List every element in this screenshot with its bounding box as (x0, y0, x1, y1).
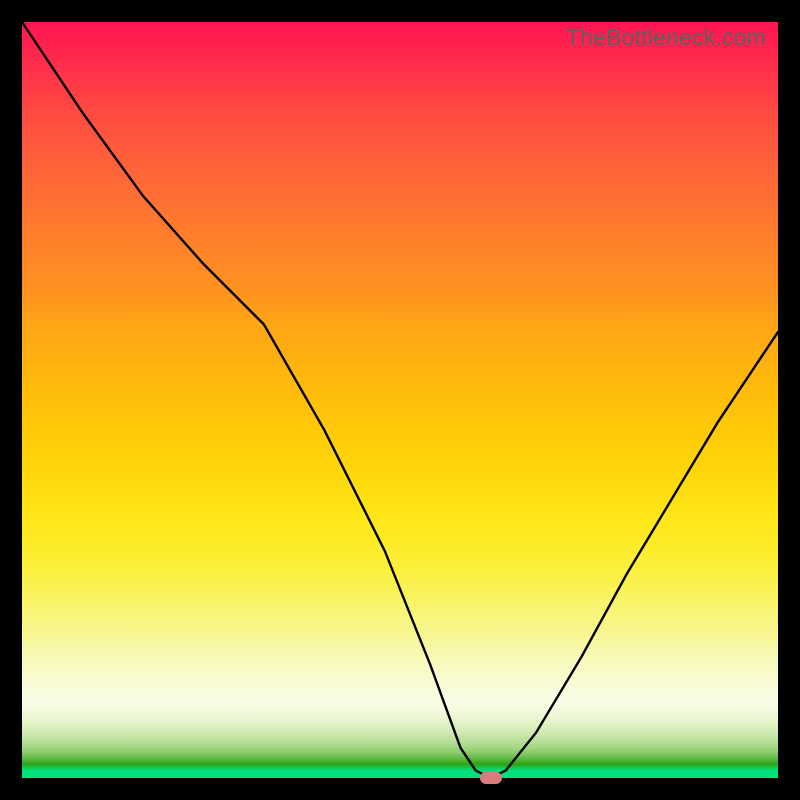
bottleneck-curve (22, 22, 778, 778)
chart-frame: TheBottleneck.com (0, 0, 800, 800)
plot-area: TheBottleneck.com (22, 22, 778, 778)
curve-path (22, 22, 778, 778)
watermark-text: TheBottleneck.com (566, 24, 766, 51)
optimum-marker (480, 772, 502, 784)
